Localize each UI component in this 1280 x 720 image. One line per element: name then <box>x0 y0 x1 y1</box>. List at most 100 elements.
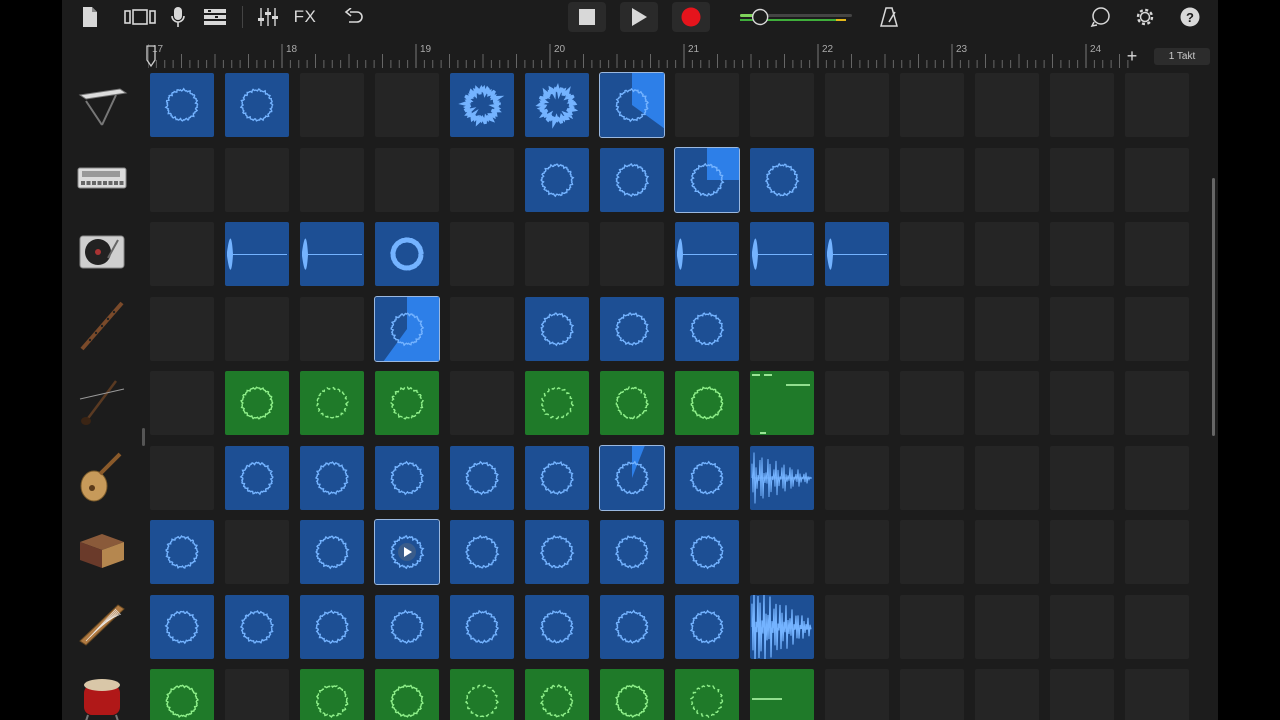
loop-cell[interactable] <box>750 147 814 212</box>
loop-cell[interactable] <box>375 445 439 510</box>
empty-cell[interactable] <box>1050 296 1114 361</box>
loop-cell[interactable] <box>525 296 589 361</box>
loop-cell[interactable] <box>225 222 289 286</box>
empty-cell[interactable] <box>1125 371 1189 435</box>
empty-cell[interactable] <box>900 371 964 435</box>
vertical-scrollbar[interactable] <box>1212 178 1215 436</box>
loop-cell[interactable] <box>675 445 739 510</box>
loop-cell[interactable] <box>750 445 814 510</box>
empty-cell[interactable] <box>900 147 964 212</box>
empty-cell[interactable] <box>150 371 214 435</box>
loop-cell[interactable] <box>525 594 589 659</box>
play-button[interactable] <box>620 2 658 32</box>
loop-cell[interactable] <box>150 520 214 584</box>
empty-cell[interactable] <box>150 147 214 212</box>
loop-cell[interactable] <box>375 222 439 286</box>
empty-cell[interactable] <box>825 594 889 659</box>
fx-button[interactable]: FX <box>290 6 320 28</box>
empty-cell[interactable] <box>375 147 439 212</box>
keyboard-icon[interactable] <box>72 73 132 133</box>
empty-cell[interactable] <box>1050 371 1114 435</box>
loop-cell[interactable] <box>599 444 665 511</box>
loop-browser-icon[interactable] <box>1088 5 1114 29</box>
loop-cell[interactable] <box>750 669 814 720</box>
add-section-button[interactable]: + <box>1122 44 1142 68</box>
empty-cell[interactable] <box>225 147 289 212</box>
timeline-ruler[interactable]: 17 18 19 20 21 22 23 24 <box>148 44 1132 68</box>
empty-cell[interactable] <box>825 147 889 212</box>
empty-cell[interactable] <box>900 594 964 659</box>
empty-cell[interactable] <box>675 73 739 137</box>
loop-cell[interactable] <box>675 669 739 720</box>
empty-cell[interactable] <box>975 445 1039 510</box>
empty-cell[interactable] <box>450 222 514 286</box>
empty-cell[interactable] <box>225 296 289 361</box>
stop-button[interactable] <box>568 2 606 32</box>
empty-cell[interactable] <box>750 296 814 361</box>
empty-cell[interactable] <box>1125 222 1189 286</box>
empty-cell[interactable] <box>1050 147 1114 212</box>
loop-cell[interactable] <box>600 296 664 361</box>
tracks-list-icon[interactable] <box>202 6 228 28</box>
empty-cell[interactable] <box>525 222 589 286</box>
loop-cell[interactable] <box>675 222 739 286</box>
loop-cell[interactable] <box>600 669 664 720</box>
drum-machine-icon[interactable] <box>72 148 132 208</box>
empty-cell[interactable] <box>1125 296 1189 361</box>
pipa-icon[interactable] <box>72 446 132 506</box>
loop-cell[interactable] <box>600 147 664 212</box>
flute-icon[interactable] <box>72 297 132 357</box>
loop-cell[interactable] <box>600 371 664 435</box>
loop-cell[interactable] <box>300 594 364 659</box>
empty-cell[interactable] <box>300 73 364 137</box>
loop-cell[interactable] <box>675 371 739 435</box>
empty-cell[interactable] <box>1050 445 1114 510</box>
empty-cell[interactable] <box>975 520 1039 584</box>
erhu-icon[interactable] <box>72 371 132 431</box>
loop-cell[interactable] <box>825 222 889 286</box>
loop-cell[interactable] <box>375 669 439 720</box>
turntable-icon[interactable] <box>72 222 132 282</box>
empty-cell[interactable] <box>975 371 1039 435</box>
view-toggle-icon[interactable] <box>122 6 158 28</box>
empty-cell[interactable] <box>450 147 514 212</box>
loop-cell[interactable] <box>750 594 814 659</box>
loop-cell[interactable] <box>674 146 740 213</box>
loop-cell[interactable] <box>450 594 514 659</box>
empty-cell[interactable] <box>600 222 664 286</box>
empty-cell[interactable] <box>1125 445 1189 510</box>
guzheng-icon[interactable] <box>72 595 132 655</box>
empty-cell[interactable] <box>900 222 964 286</box>
loop-cell[interactable] <box>525 445 589 510</box>
mixer-icon[interactable] <box>256 5 280 29</box>
empty-cell[interactable] <box>1125 669 1189 720</box>
empty-cell[interactable] <box>825 520 889 584</box>
empty-cell[interactable] <box>975 669 1039 720</box>
empty-cell[interactable] <box>1050 594 1114 659</box>
loop-cell[interactable] <box>675 520 739 584</box>
empty-cell[interactable] <box>825 371 889 435</box>
loop-cell[interactable] <box>374 295 440 362</box>
loop-cell[interactable] <box>600 594 664 659</box>
loop-cell[interactable] <box>150 73 214 137</box>
empty-cell[interactable] <box>825 296 889 361</box>
empty-cell[interactable] <box>225 520 289 584</box>
empty-cell[interactable] <box>900 669 964 720</box>
empty-cell[interactable] <box>975 594 1039 659</box>
empty-cell[interactable] <box>975 73 1039 137</box>
loop-cell[interactable] <box>525 73 589 137</box>
empty-cell[interactable] <box>900 520 964 584</box>
empty-cell[interactable] <box>375 73 439 137</box>
empty-cell[interactable] <box>150 222 214 286</box>
loop-cell[interactable] <box>750 222 814 286</box>
document-icon[interactable] <box>78 4 102 30</box>
empty-cell[interactable] <box>1125 147 1189 212</box>
loop-cell[interactable] <box>450 73 514 137</box>
loop-cell[interactable] <box>525 520 589 584</box>
loop-cell[interactable] <box>450 520 514 584</box>
loop-cell[interactable] <box>300 520 364 584</box>
empty-cell[interactable] <box>1050 669 1114 720</box>
record-button[interactable] <box>672 2 710 32</box>
empty-cell[interactable] <box>450 371 514 435</box>
loop-cell[interactable] <box>525 371 589 435</box>
